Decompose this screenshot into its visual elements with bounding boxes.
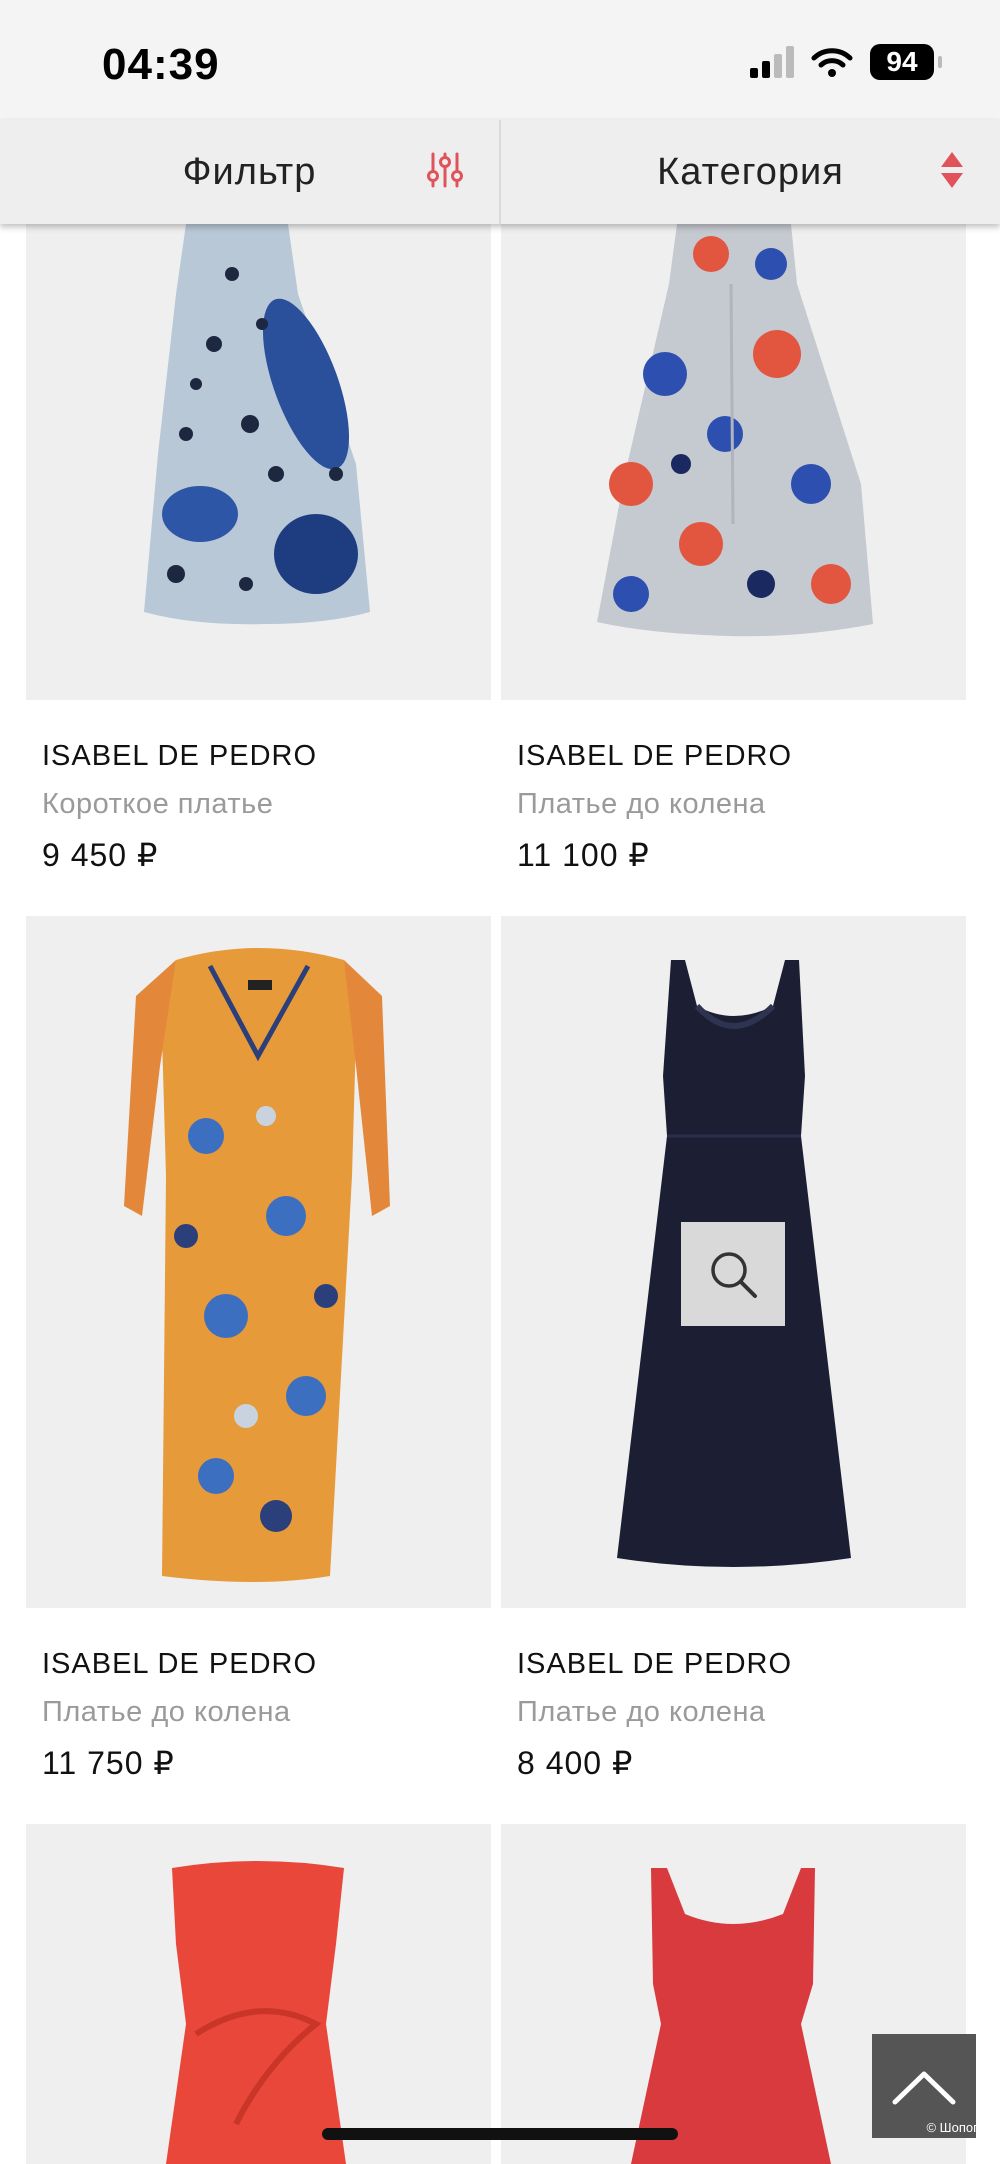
product-brand: ISABEL DE PEDRO [42, 740, 318, 772]
product-card[interactable]: ISABEL DE PEDRO Платье до колена 11 100 … [501, 224, 966, 884]
product-brand: ISABEL DE PEDRO [517, 740, 793, 772]
chevron-up-icon [892, 2071, 956, 2105]
quick-view-button[interactable] [681, 1222, 785, 1326]
product-price: 9 450 ₽ [42, 837, 159, 873]
battery-indicator: 94 [870, 44, 942, 80]
category-label: Категория [657, 150, 844, 193]
dress-image [597, 224, 873, 637]
product-type: Платье до колена [42, 1696, 291, 1728]
status-bar: 04:39 94 [0, 0, 1000, 120]
magnifier-icon [711, 1252, 757, 1298]
dress-image [144, 224, 370, 625]
filter-toolbar: Фильтр Категория [0, 120, 1000, 224]
product-type: Короткое платье [42, 788, 274, 820]
sort-arrows-icon [941, 152, 963, 188]
product-card[interactable]: ISABEL DE PEDRO Платье до колена 11 750 … [26, 916, 491, 1781]
sliders-icon [427, 152, 463, 188]
product-image[interactable] [26, 916, 491, 1608]
watermark: © Шопого.. [926, 2120, 992, 2135]
category-button[interactable]: Категория [499, 120, 1000, 224]
home-indicator[interactable] [322, 2128, 678, 2140]
dress-image [124, 948, 390, 1582]
filter-button[interactable]: Фильтр [0, 120, 499, 224]
product-image[interactable] [26, 224, 491, 700]
product-type: Платье до колена [517, 788, 766, 820]
product-card[interactable]: ISABEL DE PEDRO Платье до колена 8 400 ₽ [501, 916, 966, 1781]
cellular-signal-icon [750, 46, 794, 78]
product-price: 8 400 ₽ [517, 1745, 634, 1781]
product-type: Платье до колена [517, 1696, 766, 1728]
status-icons: 94 [750, 44, 942, 80]
battery-level: 94 [886, 46, 918, 77]
product-brand: ISABEL DE PEDRO [42, 1648, 318, 1680]
product-image[interactable] [26, 1824, 491, 2164]
filter-label: Фильтр [182, 150, 317, 193]
product-price: 11 100 ₽ [517, 837, 650, 873]
dress-image [166, 1861, 346, 2164]
product-card[interactable]: ISABEL DE PEDRO Короткое платье 9 450 ₽ [26, 224, 491, 884]
clock: 04:39 [102, 40, 220, 89]
product-card[interactable] [26, 1824, 491, 2164]
product-brand: ISABEL DE PEDRO [517, 1648, 793, 1680]
product-price: 11 750 ₽ [42, 1745, 175, 1781]
product-image[interactable] [501, 224, 966, 700]
wifi-icon [811, 48, 853, 77]
